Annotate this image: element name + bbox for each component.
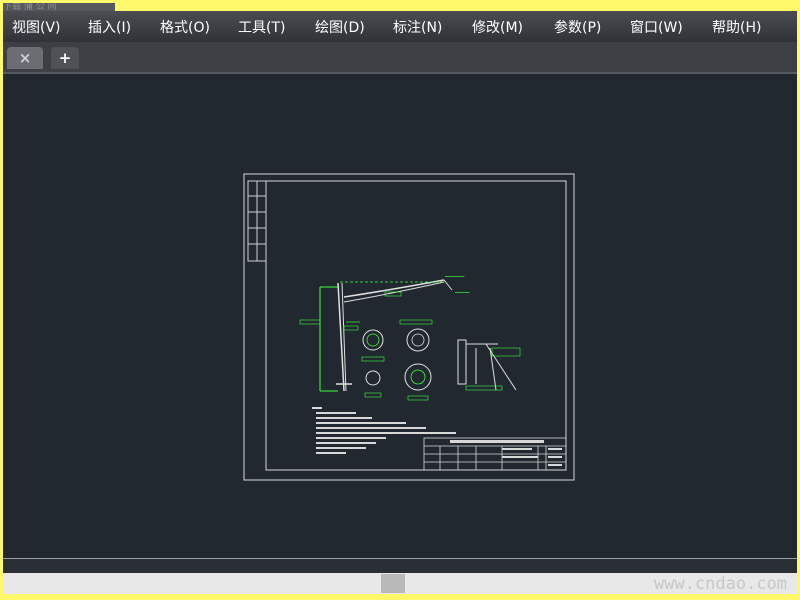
menu-dimension[interactable]: 标注(N) (393, 17, 442, 37)
menu-tools[interactable]: 工具(T) (238, 17, 285, 37)
sheet-inner-frame (265, 180, 567, 471)
menu-draw[interactable]: 绘图(D) (315, 17, 365, 37)
flange-detail-b (406, 328, 430, 352)
pole-arm (343, 279, 445, 298)
svg-text:━━━━━━: ━━━━━━ (454, 290, 470, 295)
arm-annotation: ━━━━━━━━ (444, 274, 465, 279)
foundation-section (457, 339, 467, 385)
flange-detail-a (362, 329, 384, 351)
menu-view[interactable]: 视图(V) (12, 17, 61, 37)
menu-insert[interactable]: 插入(I) (88, 17, 131, 37)
status-bar (3, 558, 797, 573)
menu-parameters[interactable]: 参数(P) (554, 17, 601, 37)
bolt-detail (365, 370, 381, 386)
base-plate-detail (404, 363, 432, 391)
horizontal-scrollbar[interactable]: www.cndao.com (3, 573, 797, 594)
menu-help[interactable]: 帮助(H) (712, 17, 761, 37)
watermark-text: www.cndao.com (653, 574, 787, 594)
scrollbar-thumb[interactable] (381, 574, 405, 593)
cad-drawing-sheet[interactable]: ━━━━━━━━ ━━━━━━ (240, 172, 580, 484)
notes-block (312, 407, 456, 454)
menu-window[interactable]: 窗口(W) (630, 17, 683, 37)
new-tab-button[interactable]: + (51, 47, 79, 69)
menu-format[interactable]: 格式(O) (160, 17, 210, 37)
tab-bar: × + (3, 42, 797, 72)
sheet-outer-border (243, 173, 575, 481)
tab-close-button[interactable]: × (7, 47, 43, 69)
menu-modify[interactable]: 修改(M) (472, 17, 523, 37)
menu-bar: 视图(V) 插入(I) 格式(O) 工具(T) 绘图(D) 标注(N) 修改(M… (3, 11, 797, 42)
